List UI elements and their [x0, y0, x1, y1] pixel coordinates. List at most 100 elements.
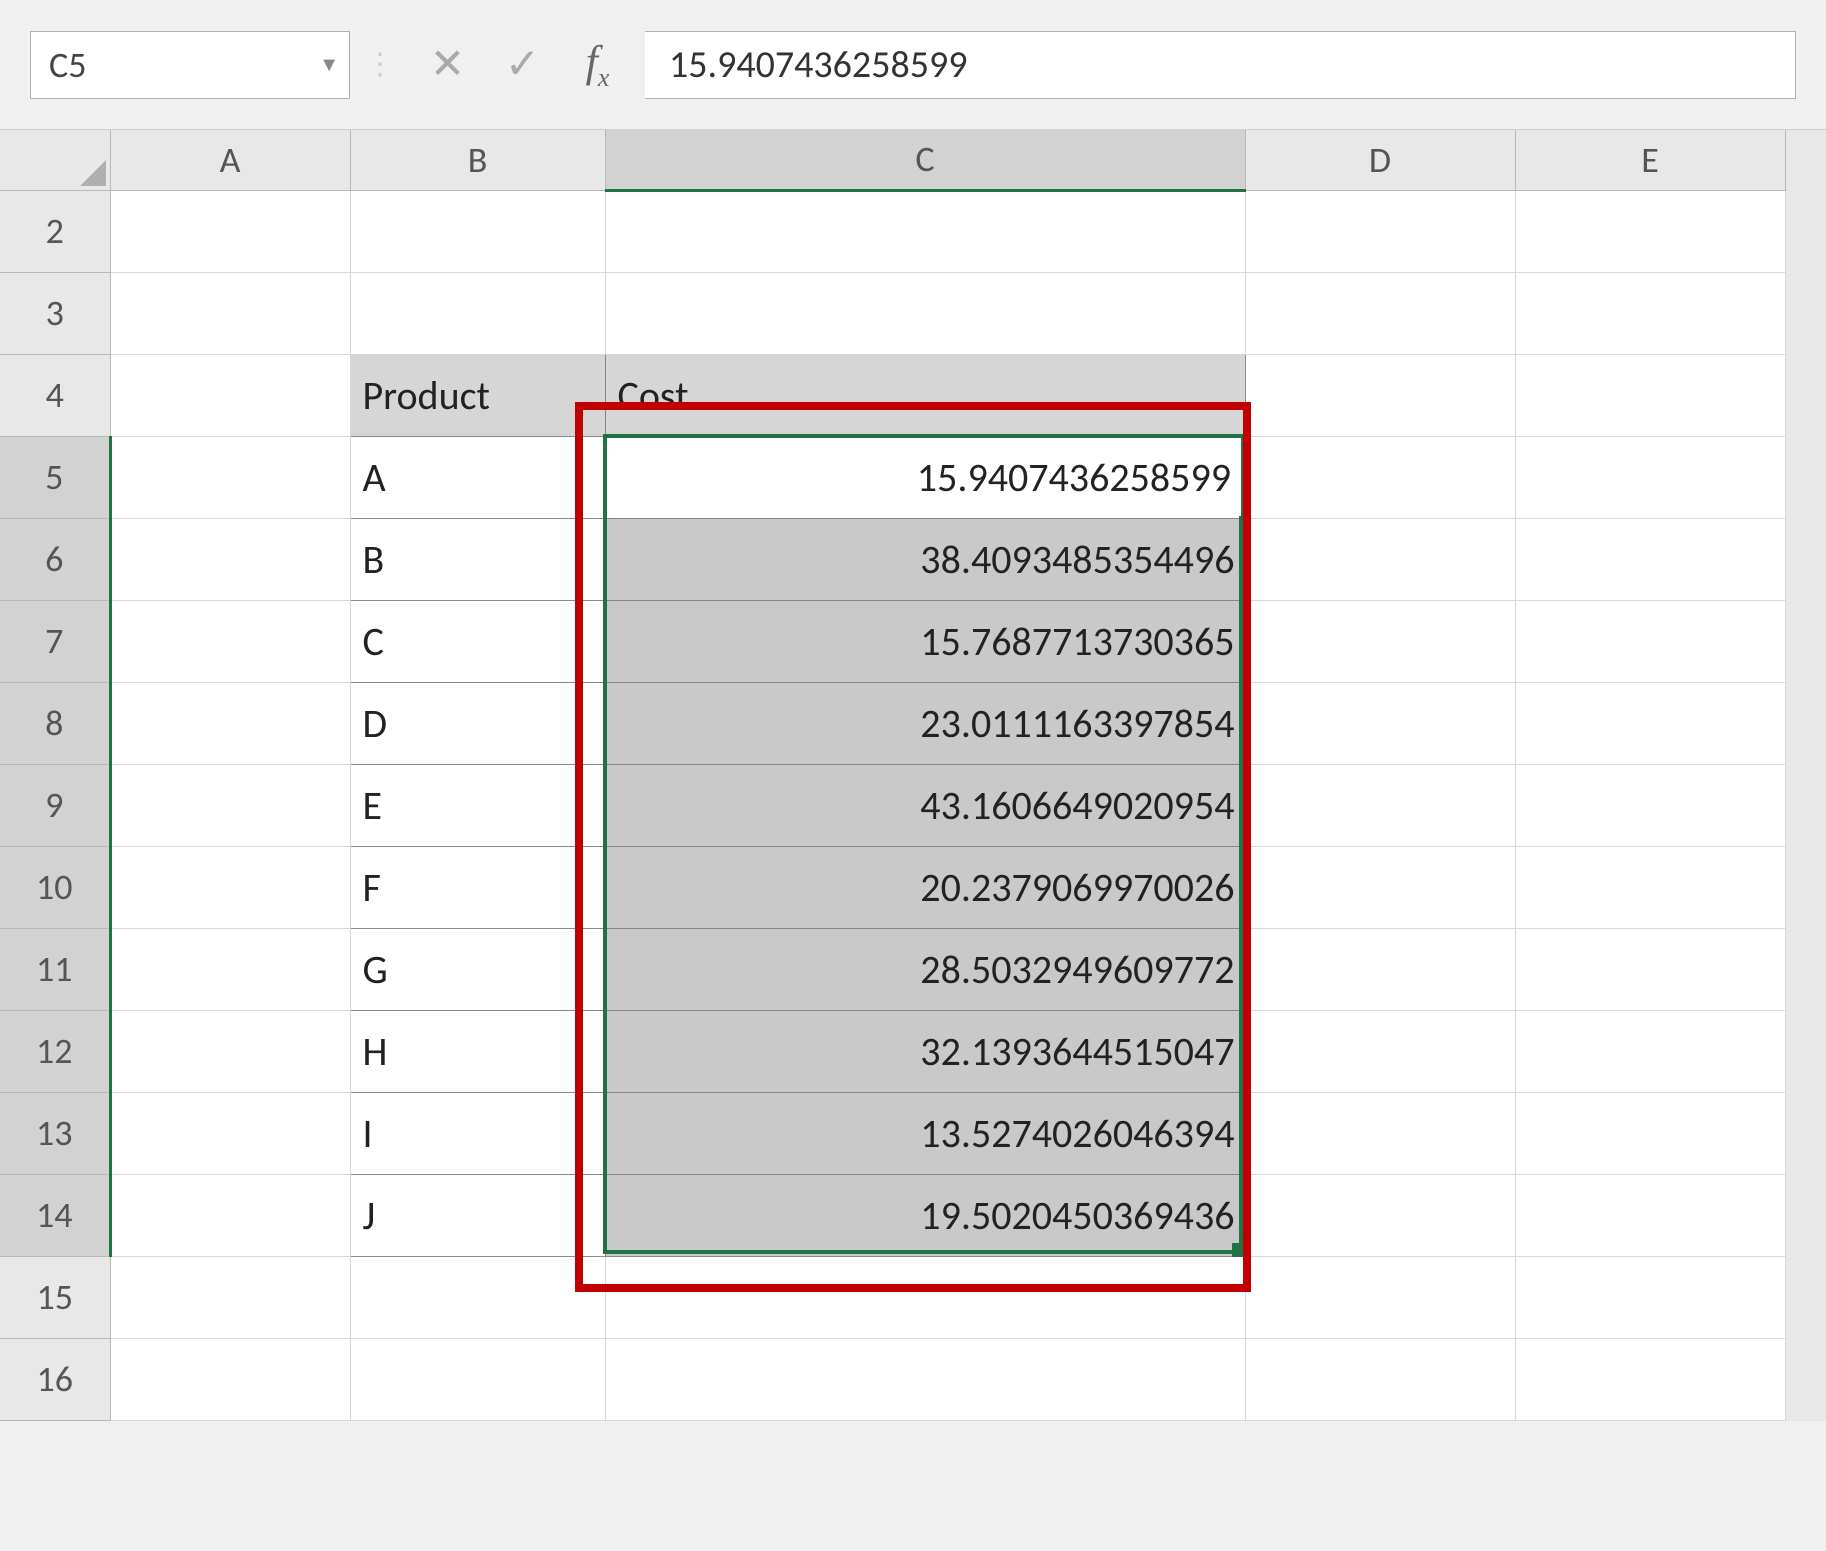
cell-B7[interactable]: C — [350, 600, 605, 682]
cell-A10[interactable] — [110, 846, 350, 928]
cell-C4[interactable]: Cost — [605, 354, 1245, 436]
cell-C8[interactable]: 23.0111163397854 — [605, 682, 1245, 764]
cell-B13[interactable]: I — [350, 1092, 605, 1174]
cell-E13[interactable] — [1515, 1092, 1785, 1174]
col-header-E[interactable]: E — [1515, 130, 1785, 190]
cell-E12[interactable] — [1515, 1010, 1785, 1092]
cell-A13[interactable] — [110, 1092, 350, 1174]
row-header-2[interactable]: 2 — [0, 190, 110, 272]
formula-input[interactable]: 15.9407436258599 — [645, 31, 1796, 99]
cell-A2[interactable] — [110, 190, 350, 272]
row-header-10[interactable]: 10 — [0, 846, 110, 928]
cell-E10[interactable] — [1515, 846, 1785, 928]
cell-C5[interactable]: 15.9407436258599 — [605, 436, 1245, 518]
cell-D10[interactable] — [1245, 846, 1515, 928]
cell-A4[interactable] — [110, 354, 350, 436]
col-header-C[interactable]: C — [605, 130, 1245, 190]
row-header-6[interactable]: 6 — [0, 518, 110, 600]
row-header-4[interactable]: 4 — [0, 354, 110, 436]
cell-E9[interactable] — [1515, 764, 1785, 846]
cell-A12[interactable] — [110, 1010, 350, 1092]
enter-button[interactable]: ✓ — [485, 31, 560, 99]
cell-A9[interactable] — [110, 764, 350, 846]
row-header-7[interactable]: 7 — [0, 600, 110, 682]
row-header-13[interactable]: 13 — [0, 1092, 110, 1174]
cell-C6[interactable]: 38.4093485354496 — [605, 518, 1245, 600]
cell-D16[interactable] — [1245, 1338, 1515, 1420]
row-header-14[interactable]: 14 — [0, 1174, 110, 1256]
name-box[interactable]: C5 ▼ — [30, 31, 350, 99]
cell-B4[interactable]: Product — [350, 354, 605, 436]
cell-D14[interactable] — [1245, 1174, 1515, 1256]
cell-C10[interactable]: 20.2379069970026 — [605, 846, 1245, 928]
cell-B2[interactable] — [350, 190, 605, 272]
cell-D11[interactable] — [1245, 928, 1515, 1010]
cell-D9[interactable] — [1245, 764, 1515, 846]
cell-E3[interactable] — [1515, 272, 1785, 354]
row-header-15[interactable]: 15 — [0, 1256, 110, 1338]
cell-C15[interactable] — [605, 1256, 1245, 1338]
row-header-11[interactable]: 11 — [0, 928, 110, 1010]
row-header-9[interactable]: 9 — [0, 764, 110, 846]
cell-B12[interactable]: H — [350, 1010, 605, 1092]
row-header-3[interactable]: 3 — [0, 272, 110, 354]
cell-D8[interactable] — [1245, 682, 1515, 764]
row-header-8[interactable]: 8 — [0, 682, 110, 764]
cell-D4[interactable] — [1245, 354, 1515, 436]
cell-D2[interactable] — [1245, 190, 1515, 272]
cell-B10[interactable]: F — [350, 846, 605, 928]
cell-A16[interactable] — [110, 1338, 350, 1420]
cell-C11[interactable]: 28.5032949609772 — [605, 928, 1245, 1010]
cell-E6[interactable] — [1515, 518, 1785, 600]
cell-E14[interactable] — [1515, 1174, 1785, 1256]
cell-D7[interactable] — [1245, 600, 1515, 682]
cell-C12[interactable]: 32.1393644515047 — [605, 1010, 1245, 1092]
cell-A15[interactable] — [110, 1256, 350, 1338]
cell-D3[interactable] — [1245, 272, 1515, 354]
row-header-16[interactable]: 16 — [0, 1338, 110, 1420]
cell-D13[interactable] — [1245, 1092, 1515, 1174]
cell-B16[interactable] — [350, 1338, 605, 1420]
cell-D5[interactable] — [1245, 436, 1515, 518]
cancel-button[interactable]: ✕ — [410, 31, 485, 99]
select-all-corner[interactable] — [0, 130, 110, 190]
spreadsheet-grid[interactable]: A B C D E 234ProductCost5A15.94074362585… — [0, 130, 1786, 1421]
cell-B14[interactable]: J — [350, 1174, 605, 1256]
cell-D15[interactable] — [1245, 1256, 1515, 1338]
col-header-A[interactable]: A — [110, 130, 350, 190]
cell-C9[interactable]: 43.1606649020954 — [605, 764, 1245, 846]
cell-A14[interactable] — [110, 1174, 350, 1256]
cell-E11[interactable] — [1515, 928, 1785, 1010]
cell-E7[interactable] — [1515, 600, 1785, 682]
cell-B9[interactable]: E — [350, 764, 605, 846]
cell-E15[interactable] — [1515, 1256, 1785, 1338]
cell-C3[interactable] — [605, 272, 1245, 354]
cell-A3[interactable] — [110, 272, 350, 354]
cell-A5[interactable] — [110, 436, 350, 518]
cell-E8[interactable] — [1515, 682, 1785, 764]
cell-A6[interactable] — [110, 518, 350, 600]
cell-A8[interactable] — [110, 682, 350, 764]
cell-C13[interactable]: 13.5274026046394 — [605, 1092, 1245, 1174]
name-box-dropdown-icon[interactable]: ▼ — [319, 53, 339, 77]
cell-B11[interactable]: G — [350, 928, 605, 1010]
cell-B5[interactable]: A — [350, 436, 605, 518]
cell-D12[interactable] — [1245, 1010, 1515, 1092]
cell-E5[interactable] — [1515, 436, 1785, 518]
cell-A7[interactable] — [110, 600, 350, 682]
cell-B8[interactable]: D — [350, 682, 605, 764]
cell-C16[interactable] — [605, 1338, 1245, 1420]
cell-C2[interactable] — [605, 190, 1245, 272]
insert-function-button[interactable]: fx — [560, 31, 635, 99]
cell-E4[interactable] — [1515, 354, 1785, 436]
row-header-5[interactable]: 5 — [0, 436, 110, 518]
cell-C7[interactable]: 15.7687713730365 — [605, 600, 1245, 682]
cell-C14[interactable]: 19.5020450369436 — [605, 1174, 1245, 1256]
cell-B15[interactable] — [350, 1256, 605, 1338]
cell-E16[interactable] — [1515, 1338, 1785, 1420]
cell-D6[interactable] — [1245, 518, 1515, 600]
col-header-B[interactable]: B — [350, 130, 605, 190]
cell-E2[interactable] — [1515, 190, 1785, 272]
cell-A11[interactable] — [110, 928, 350, 1010]
cell-B6[interactable]: B — [350, 518, 605, 600]
